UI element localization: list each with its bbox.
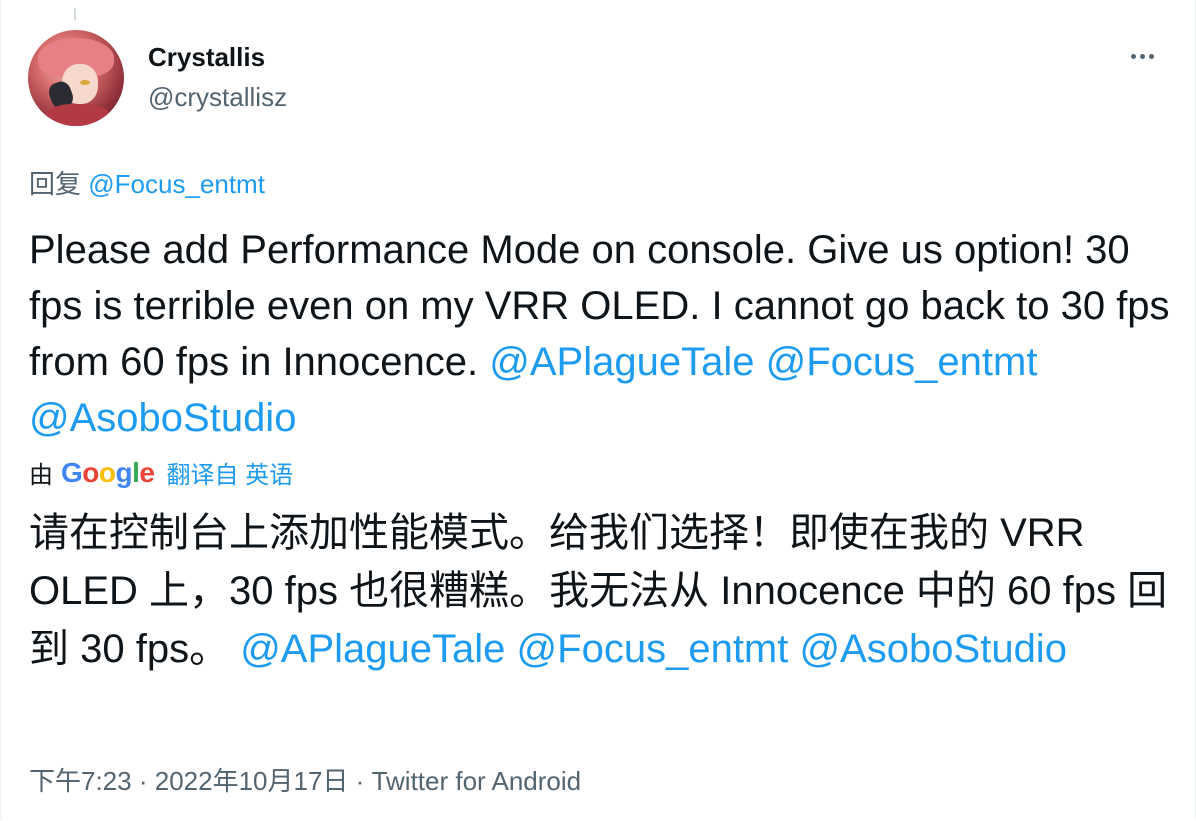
mention-link[interactable]: @AsoboStudio xyxy=(29,396,296,440)
tweet-date[interactable]: 2022年10月17日 xyxy=(155,766,349,796)
translated-by-label: 由 xyxy=(29,462,53,489)
translated-text: 请在控制台上添加性能模式。给我们选择！即使在我的 VRR OLED 上，30 f… xyxy=(29,504,1179,678)
reply-context: 回复 @Focus_entmt xyxy=(29,164,265,201)
reply-prefix: 回复 xyxy=(29,169,82,199)
mention-link[interactable]: @Focus_entmt xyxy=(517,627,789,671)
tweet-metadata: 下午7:23 · 2022年10月17日 · Twitter for Andro… xyxy=(29,761,581,798)
more-icon[interactable] xyxy=(1124,44,1160,68)
tweet-source[interactable]: Twitter for Android xyxy=(372,766,582,796)
mention-link[interactable]: @APlagueTale xyxy=(489,340,754,384)
translated-from-link[interactable]: 翻译自 英语 xyxy=(166,455,293,490)
translation-attribution: 由 Google 翻译自 英语 xyxy=(29,455,293,490)
mention-link[interactable]: @Focus_entmt xyxy=(766,340,1038,384)
meta-separator: · xyxy=(138,766,148,796)
avatar[interactable] xyxy=(28,30,124,126)
google-logo: Google xyxy=(61,456,155,488)
reply-mention-link[interactable]: @Focus_entmt xyxy=(88,169,265,199)
tweet-text: Please add Performance Mode on console. … xyxy=(29,222,1179,446)
thread-connector xyxy=(74,8,76,20)
mention-link[interactable]: @APlagueTale xyxy=(240,627,505,671)
mention-link[interactable]: @AsoboStudio xyxy=(800,627,1067,671)
meta-separator: · xyxy=(355,766,365,796)
tweet-time[interactable]: 下午7:23 xyxy=(29,766,132,796)
author-handle[interactable]: @crystallisz xyxy=(148,82,287,113)
author-display-name[interactable]: Crystallis xyxy=(148,42,265,73)
